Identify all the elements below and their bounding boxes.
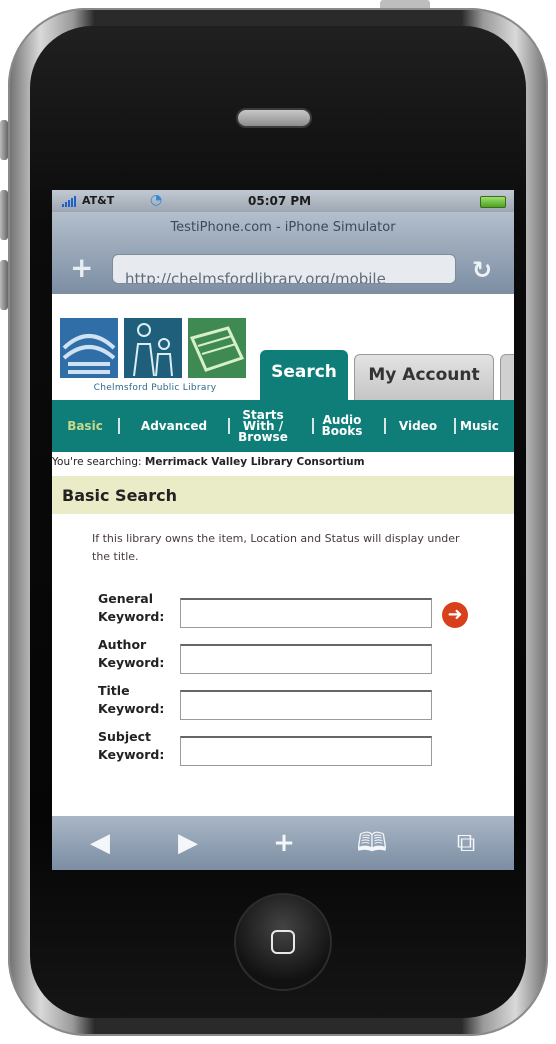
- browser-title-bar: TestiPhone.com - iPhone Simulator: [52, 212, 514, 242]
- browser-title: TestiPhone.com - iPhone Simulator: [170, 220, 396, 235]
- subnav-music[interactable]: Music: [460, 400, 514, 452]
- field-label-line2: Keyword:: [98, 655, 165, 670]
- search-type-nav: Basic Advanced Starts With / Browse Audi…: [52, 400, 514, 452]
- wifi-icon: ◔: [150, 192, 163, 208]
- subnav-basic-label: Basic: [67, 418, 103, 433]
- library-header: Chelmsford Public Library Search My Acco…: [52, 294, 514, 402]
- signal-icon: [62, 196, 76, 207]
- earpiece-speaker: [236, 108, 312, 128]
- searching-target: Merrimack Valley Library Consortium: [144, 456, 365, 468]
- status-time: 05:07 PM: [248, 194, 312, 208]
- field-label-line2: Keyword:: [98, 701, 165, 716]
- tab-search[interactable]: Search: [260, 350, 348, 402]
- tab-my-account-label: My Account: [368, 365, 480, 385]
- field-label: General Keyword:: [98, 590, 176, 626]
- subnav-advanced[interactable]: Advanced: [124, 400, 224, 452]
- field-label-line1: General: [98, 591, 153, 606]
- form-row-general-keyword: General Keyword: ➜: [52, 590, 514, 636]
- form-row-subject-keyword: Subject Keyword:: [52, 728, 514, 774]
- section-header: Basic Search: [52, 476, 514, 514]
- subnav-advanced-label: Advanced: [140, 418, 208, 433]
- status-bar: AT&T ◔ 05:07 PM: [52, 190, 514, 212]
- form-row-title-keyword: Title Keyword:: [52, 682, 514, 728]
- logo-people-icon: [124, 318, 182, 378]
- field-label: Author Keyword:: [98, 636, 176, 672]
- searching-prefix: You're searching:: [52, 456, 142, 468]
- subnav-starts-with-browse[interactable]: Starts With / Browse: [234, 400, 292, 452]
- subnav-video-label: Video: [398, 418, 438, 433]
- subnav-divider: [228, 418, 230, 434]
- subnav-divider: [118, 418, 120, 434]
- field-label-line1: Author: [98, 637, 147, 652]
- title-keyword-input[interactable]: [180, 690, 432, 720]
- url-input[interactable]: http://chelmsfordlibrary.org/mobile: [112, 254, 456, 284]
- sleep-button: [380, 0, 430, 8]
- url-text: http://chelmsfordlibrary.org/mobile: [125, 270, 386, 284]
- logo-book-icon: [188, 318, 246, 378]
- add-bookmark-icon[interactable]: +: [70, 254, 93, 282]
- field-label: Title Keyword:: [98, 682, 176, 718]
- tab-search-label: Search: [271, 362, 337, 382]
- subnav-divider: [454, 418, 456, 434]
- home-square-icon: [271, 930, 295, 954]
- logo-caption: Chelmsford Public Library: [93, 383, 217, 393]
- section-title: Basic Search: [62, 486, 177, 505]
- plus-icon[interactable]: +: [264, 826, 304, 860]
- carrier-label: AT&T: [82, 194, 115, 207]
- home-button[interactable]: [234, 893, 332, 991]
- author-keyword-input[interactable]: [180, 644, 432, 674]
- book-icon[interactable]: 🕮: [352, 826, 392, 860]
- volume-up-button: [0, 190, 8, 240]
- search-go-button[interactable]: ➜: [442, 602, 468, 628]
- subnav-audio-books-label: Audio Books: [321, 413, 363, 438]
- subnav-starts-with-browse-label: Starts With / Browse: [238, 407, 288, 444]
- battery-icon: [480, 196, 506, 208]
- field-label: Subject Keyword:: [98, 728, 176, 764]
- subnav-divider: [384, 418, 386, 434]
- subnav-audio-books[interactable]: Audio Books: [318, 400, 366, 452]
- subnav-basic[interactable]: Basic: [56, 400, 114, 452]
- subnav-music-label: Music: [460, 418, 499, 433]
- tab-overflow[interactable]: [500, 354, 514, 402]
- pages-icon[interactable]: ⧉: [446, 826, 486, 860]
- volume-down-button: [0, 260, 8, 310]
- back-icon[interactable]: ◀: [80, 826, 120, 860]
- subnav-divider: [312, 418, 314, 434]
- subnav-video[interactable]: Video: [390, 400, 446, 452]
- tab-my-account[interactable]: My Account: [354, 354, 494, 402]
- browser-toolbar: ◀ ▶ + 🕮 ⧉: [52, 816, 514, 870]
- search-help-note: If this library owns the item, Location …: [92, 532, 460, 563]
- phone-screen: AT&T ◔ 05:07 PM TestiPhone.com - iPhone …: [52, 190, 514, 870]
- field-label-line2: Keyword:: [98, 609, 165, 624]
- forward-icon[interactable]: ▶: [168, 826, 208, 860]
- logo-building-icon: [60, 318, 118, 378]
- field-label-line1: Title: [98, 683, 130, 698]
- reload-icon[interactable]: ↻: [472, 256, 492, 284]
- searching-scope: You're searching: Merrimack Valley Libra…: [52, 456, 514, 474]
- volume-switch: [0, 120, 8, 160]
- browser-url-bar: + http://chelmsfordlibrary.org/mobile ↻: [52, 242, 514, 294]
- field-label-line2: Keyword:: [98, 747, 165, 762]
- general-keyword-input[interactable]: [180, 598, 432, 628]
- form-row-author-keyword: Author Keyword:: [52, 636, 514, 682]
- library-logo[interactable]: Chelmsford Public Library: [60, 318, 250, 402]
- field-label-line1: Subject: [98, 729, 151, 744]
- subject-keyword-input[interactable]: [180, 736, 432, 766]
